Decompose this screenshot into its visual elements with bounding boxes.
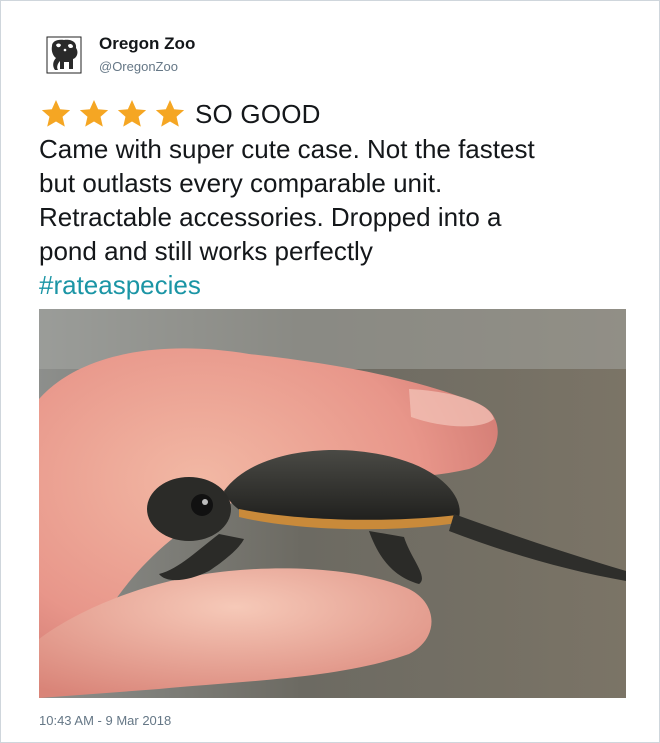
tweet-line: Came with super cute case. Not the faste… <box>39 134 535 164</box>
tweet-body: Came with super cute case. Not the faste… <box>39 132 629 302</box>
tweet-line: pond and still works perfectly <box>39 236 373 266</box>
tweet-card: Oregon Zoo @OregonZoo SO GOOD Came with … <box>0 0 660 743</box>
tweet-photo[interactable] <box>39 309 626 698</box>
star-icon <box>41 100 71 127</box>
account-name[interactable]: Oregon Zoo <box>99 34 195 54</box>
hashtag-link[interactable]: #rateaspecies <box>39 268 629 302</box>
tweet-line: but outlasts every comparable unit. <box>39 168 443 198</box>
tweet-line: Retractable accessories. Dropped into a <box>39 202 502 232</box>
star-icon <box>117 100 147 127</box>
baby-turtle-on-finger-photo <box>39 309 626 698</box>
rating-row: SO GOOD <box>39 97 321 131</box>
account-handle[interactable]: @OregonZoo <box>99 59 178 74</box>
rating-label: SO GOOD <box>195 98 321 129</box>
star-icon <box>155 100 185 127</box>
elephant-logo-icon[interactable] <box>46 36 82 74</box>
star-rating <box>39 98 191 130</box>
star-icon <box>79 100 109 127</box>
tweet-timestamp[interactable]: 10:43 AM - 9 Mar 2018 <box>39 713 171 728</box>
